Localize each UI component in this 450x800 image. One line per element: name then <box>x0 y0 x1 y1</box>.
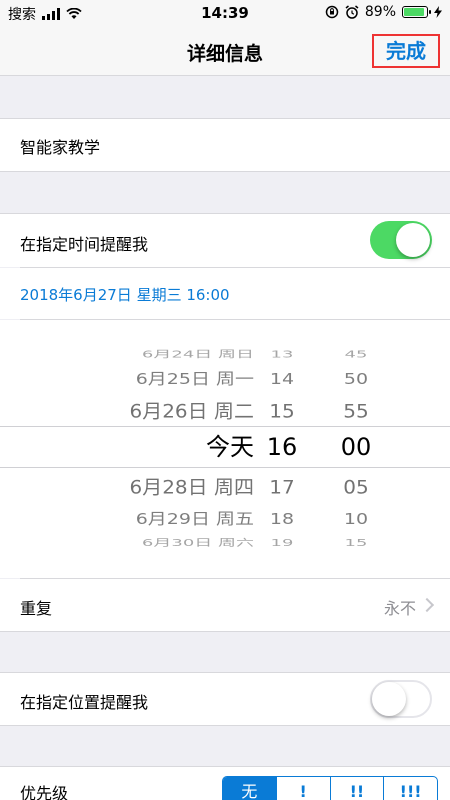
picker-minute[interactable]: 45 <box>330 346 382 365</box>
picker-date[interactable]: 6月25日 周一 <box>136 365 254 392</box>
picker-hour[interactable]: 15 <box>258 395 306 427</box>
picker-date-selected[interactable]: 今天 <box>206 430 254 464</box>
picker-minute[interactable]: 05 <box>330 471 382 503</box>
picker-date[interactable]: 6月30日 周六 <box>142 534 254 553</box>
repeat-label: 重复 <box>20 599 53 618</box>
remind-location-cell: 在指定位置提醒我 <box>0 673 450 725</box>
remind-time-label: 在指定时间提醒我 <box>20 235 149 254</box>
chevron-right-icon <box>419 597 435 613</box>
picker-hour[interactable]: 13 <box>258 346 306 365</box>
priority-option-medium[interactable]: !! <box>329 777 384 800</box>
toggle-knob <box>396 223 430 257</box>
picker-row[interactable]: 6月30日 周六 19 15 <box>0 534 450 553</box>
divider <box>0 171 450 172</box>
picker-row[interactable]: 6月28日 周四 17 05 <box>0 471 450 503</box>
priority-label: 优先级 <box>20 784 69 800</box>
battery-icon <box>402 6 431 18</box>
picker-row[interactable]: 6月29日 周五 18 10 <box>0 505 450 532</box>
rotation-lock-icon <box>325 5 339 19</box>
remind-time-toggle[interactable] <box>370 221 432 259</box>
status-right: 89% <box>325 4 442 20</box>
priority-option-high[interactable]: !!! <box>383 777 437 800</box>
picker-selection-bottom-line <box>0 467 450 468</box>
picker-hour-selected[interactable]: 16 <box>258 430 306 464</box>
picker-hour[interactable]: 18 <box>258 505 306 532</box>
battery-percent: 89% <box>364 4 396 20</box>
picker-minute[interactable]: 10 <box>330 505 382 532</box>
remind-location-label: 在指定位置提醒我 <box>20 693 149 712</box>
picker-hour[interactable]: 17 <box>258 471 306 503</box>
remind-time-cell: 在指定时间提醒我 <box>0 214 450 267</box>
reminder-datetime-text[interactable]: 2018年6月27日 星期三 16:00 <box>20 284 230 305</box>
picker-hour[interactable]: 19 <box>258 534 306 553</box>
picker-row[interactable]: 6月25日 周一 14 50 <box>0 365 450 392</box>
toggle-knob <box>372 682 406 716</box>
picker-minute[interactable]: 50 <box>330 365 382 392</box>
navigation-bar: 详细信息 完成 <box>0 26 450 76</box>
picker-minute[interactable]: 55 <box>330 395 382 427</box>
remind-location-toggle[interactable] <box>370 680 432 718</box>
task-title-cell[interactable]: 智能家教学 <box>0 119 450 171</box>
picker-row[interactable]: 6月26日 周二 15 55 <box>0 395 450 427</box>
battery-fill <box>404 8 424 16</box>
picker-date[interactable]: 6月28日 周四 <box>129 471 254 503</box>
divider <box>0 631 450 632</box>
done-button[interactable]: 完成 <box>372 34 440 68</box>
picker-row[interactable]: 6月24日 周日 13 45 <box>0 346 450 365</box>
reminder-datetime-cell[interactable]: 2018年6月27日 星期三 16:00 <box>0 268 450 319</box>
picker-date[interactable]: 6月26日 周二 <box>129 395 254 427</box>
datetime-picker[interactable]: 6月24日 周日 13 45 6月25日 周一 14 50 6月26日 周二 1… <box>0 320 450 578</box>
picker-row-selected[interactable]: 今天 16 00 <box>0 430 450 464</box>
alarm-icon <box>345 5 359 19</box>
status-bar: 搜索 14:39 89% <box>0 0 450 26</box>
divider <box>0 725 450 726</box>
charging-icon <box>434 6 442 18</box>
picker-date[interactable]: 6月24日 周日 <box>142 346 254 365</box>
picker-minute-selected[interactable]: 00 <box>330 430 382 464</box>
task-title-text[interactable]: 智能家教学 <box>20 134 100 158</box>
picker-minute[interactable]: 15 <box>330 534 382 553</box>
priority-option-none[interactable]: 无 <box>223 777 276 800</box>
repeat-value: 永不 <box>383 599 416 618</box>
priority-option-low[interactable]: ! <box>275 777 330 800</box>
priority-segmented-control[interactable]: 无 ! !! !!! <box>222 776 438 800</box>
picker-date[interactable]: 6月29日 周五 <box>136 505 254 532</box>
repeat-cell[interactable]: 重复 永不 <box>0 579 450 631</box>
picker-hour[interactable]: 14 <box>258 365 306 392</box>
